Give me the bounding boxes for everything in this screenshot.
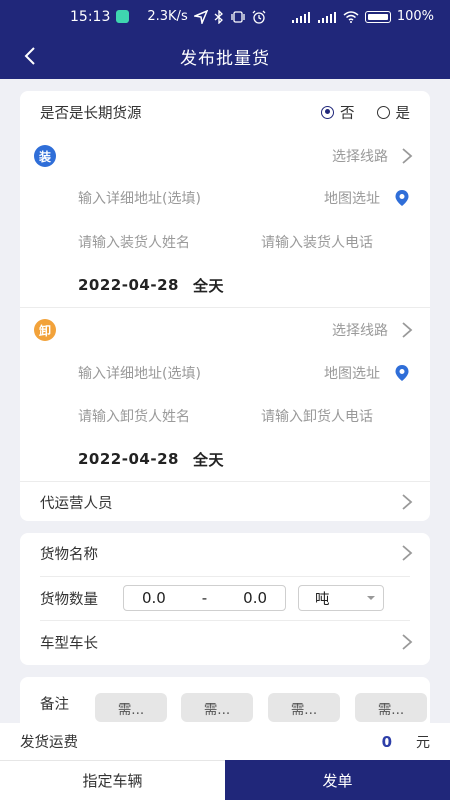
divider [40,620,410,621]
radio-no-label: 否 [340,105,355,122]
radio-yes-label: 是 [395,105,411,122]
alarm-icon [252,10,266,24]
chevron-left-icon [24,47,35,65]
unloading-contact-row: 请输入卸货人姓名 请输入卸货人电话 [20,405,430,427]
qty-separator: - [201,589,208,607]
unloading-map-select[interactable]: 地图选址 [324,363,380,383]
signal-hd-icon-2 [317,11,336,23]
divider [40,576,410,577]
agent-label: 代运营人员 [40,495,113,512]
chevron-right-icon [402,148,413,164]
loading-address-input[interactable]: 输入详细地址(选填) [78,188,201,208]
unloading-address-input[interactable]: 输入详细地址(选填) [78,363,201,383]
remark-chip[interactable]: 需... [355,693,427,722]
remark-chip[interactable]: 需... [268,693,340,722]
divider [20,307,430,308]
bottom-actions: 指定车辆 发单 [0,760,450,800]
chevron-right-icon [402,494,413,510]
goods-name-row[interactable]: 货物名称 [20,540,430,566]
remark-chip[interactable]: 需... [181,693,253,722]
location-icon [193,9,208,24]
radio-unchecked-icon [376,105,390,119]
qty-range-input[interactable]: 0.0 - 0.0 [123,585,286,611]
chevron-right-icon [402,545,413,561]
status-time: 15:13 [70,8,111,25]
unloading-date-row[interactable]: 2022-04-28 全天 [20,448,430,470]
address-card: 是否是长期货源 否 是 装 选择线路 输入详细地址(选填) 地图选址 请输入装货… [20,91,430,521]
back-button[interactable] [16,42,44,70]
loading-address-row: 输入详细地址(选填) 地图选址 [20,187,430,209]
unit-select[interactable]: 吨 [298,585,384,611]
chevron-right-icon [402,322,413,338]
fee-bar: 发货运费 0 元 [0,723,450,760]
long-term-row: 是否是长期货源 否 是 [20,99,430,125]
unloading-badge: 卸 [34,319,56,341]
loading-route-row[interactable]: 装 选择线路 [20,143,430,169]
loading-time-range: 全天 [192,276,224,295]
nav-bar: 发布批量货 [0,33,450,79]
caret-down-icon [367,596,375,600]
loading-name-input[interactable]: 请输入装货人姓名 [78,232,261,252]
fee-label: 发货运费 [20,735,78,751]
remarks-label: 备注 [40,697,69,713]
goods-name-label: 货物名称 [40,546,98,563]
qty-min[interactable]: 0.0 [142,589,166,607]
remark-chip[interactable]: 需... [95,693,167,722]
network-speed: 2.3K/s [147,9,188,24]
fee-value[interactable]: 0 [382,733,392,751]
unloading-time-range: 全天 [192,450,224,469]
radio-checked-icon [321,105,334,119]
page-title: 发布批量货 [180,48,270,69]
loading-badge: 装 [34,145,56,167]
loading-contact-row: 请输入装货人姓名 请输入装货人电话 [20,231,430,253]
radio-yes[interactable]: 是 [376,102,411,123]
agent-row[interactable]: 代运营人员 [20,489,430,515]
vibrate-icon [231,10,245,23]
map-pin-icon[interactable] [394,189,410,207]
goods-qty-label: 货物数量 [40,591,98,608]
loading-date: 2022-04-28 [78,276,179,294]
chevron-right-icon [402,634,413,650]
unloading-date: 2022-04-28 [78,450,179,468]
unit-value: 吨 [315,591,330,608]
wifi-icon [343,10,359,23]
unloading-address-row: 输入详细地址(选填) 地图选址 [20,362,430,384]
loading-map-select[interactable]: 地图选址 [324,188,380,208]
long-term-label: 是否是长期货源 [40,105,142,122]
unloading-route-hint: 选择线路 [332,323,388,339]
fee-unit: 元 [416,734,430,751]
divider [20,481,430,482]
unloading-phone-input[interactable]: 请输入卸货人电话 [261,406,373,426]
bluetooth-icon [214,9,223,24]
signal-hd-icon [291,11,310,23]
goods-card: 货物名称 货物数量 0.0 - 0.0 吨 车型车长 [20,533,430,665]
vehicle-row[interactable]: 车型车长 [20,629,430,655]
loading-route-hint: 选择线路 [332,149,388,165]
radio-no[interactable]: 否 [321,102,355,123]
notification-icon [116,10,130,23]
battery-level: 100% [396,9,434,24]
assign-vehicle-button[interactable]: 指定车辆 [0,760,225,800]
unloading-route-row[interactable]: 卸 选择线路 [20,317,430,343]
loading-phone-input[interactable]: 请输入装货人电话 [261,232,373,252]
battery-icon [364,10,391,23]
map-pin-icon[interactable] [394,364,410,382]
unloading-name-input[interactable]: 请输入卸货人姓名 [78,406,261,426]
vehicle-label: 车型车长 [40,635,98,652]
loading-date-row[interactable]: 2022-04-28 全天 [20,274,430,296]
status-bar: 15:13 2.3K/s 100% [0,0,450,33]
submit-order-button[interactable]: 发单 [225,760,450,800]
qty-max[interactable]: 0.0 [243,589,267,607]
